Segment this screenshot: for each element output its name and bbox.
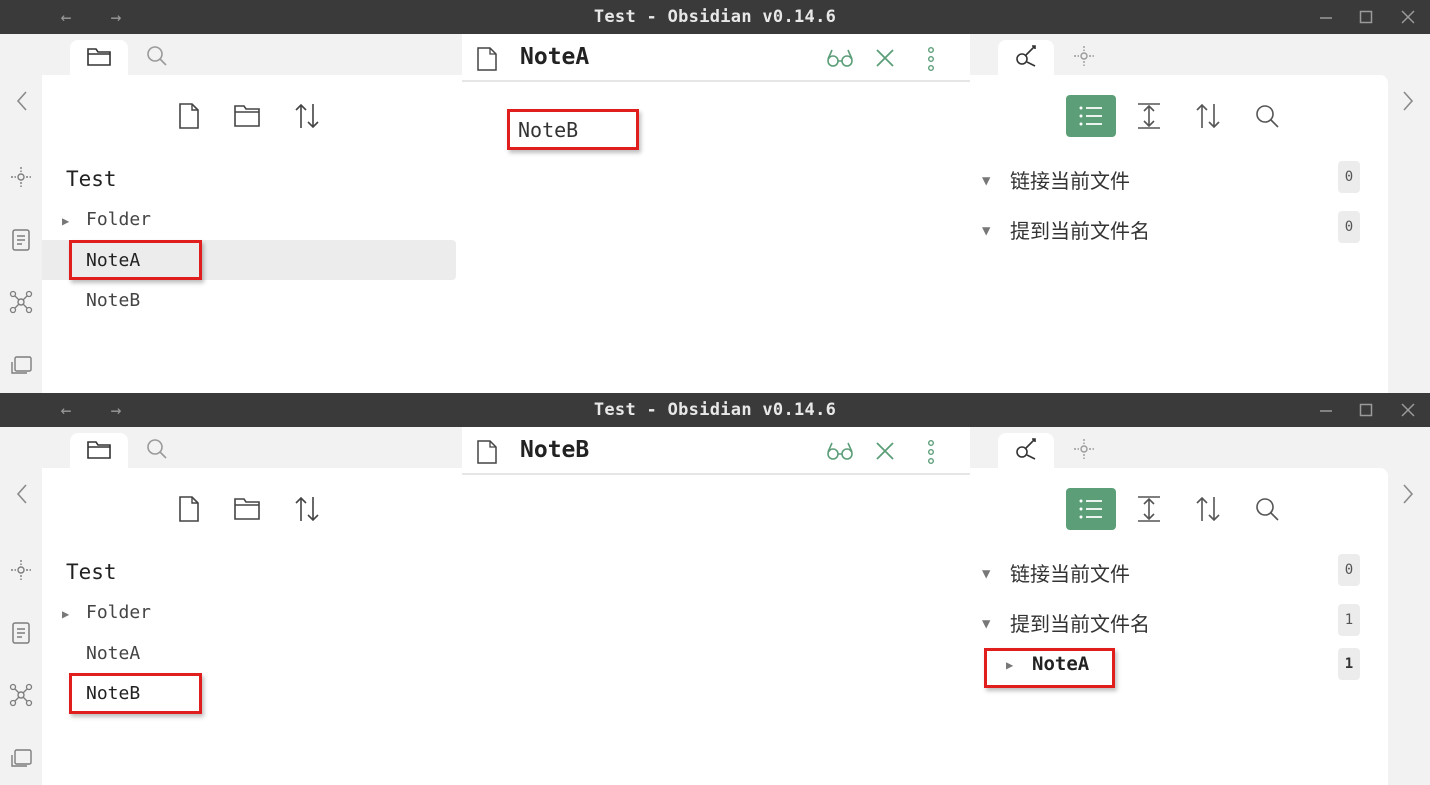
highlight-box-editor-link xyxy=(507,109,639,150)
collapse-left-sidebar-icon[interactable] xyxy=(10,479,34,509)
unlinked-mentions-toggle[interactable]: ▼ xyxy=(982,616,990,632)
tree-item-folder[interactable]: Folder xyxy=(86,209,151,230)
stack-icon[interactable] xyxy=(8,745,34,771)
sort-icon[interactable] xyxy=(1183,488,1233,530)
folder-expand-arrow[interactable]: ▶ xyxy=(62,607,69,621)
search-tab-icon xyxy=(146,45,168,71)
backlinks-panel: ▼ 链接当前文件 0 ▼ 提到当前文件名 1 ▶ NoteA 1 xyxy=(970,468,1388,785)
title-bar: ← → Test - Obsidian v0.14.6 xyxy=(0,393,1430,427)
search-tab-icon xyxy=(146,438,168,464)
expand-icon[interactable] xyxy=(1124,488,1174,530)
editor-header: NoteB xyxy=(462,427,970,475)
minimize-icon[interactable] xyxy=(1306,0,1346,34)
graph-plugin-icon[interactable] xyxy=(8,164,34,190)
new-folder-icon[interactable] xyxy=(231,99,265,133)
outgoing-tab-icon xyxy=(1072,44,1096,72)
search-tab[interactable] xyxy=(128,40,186,76)
unlinked-mentions-heading[interactable]: 提到当前文件名 xyxy=(1010,608,1150,637)
reading-mode-icon[interactable] xyxy=(826,440,854,466)
search-icon[interactable] xyxy=(1242,488,1292,530)
note-file-icon xyxy=(476,439,498,469)
backlinks-tab[interactable] xyxy=(998,40,1054,76)
sort-icon[interactable] xyxy=(290,99,324,133)
backlinks-tab-icon xyxy=(1013,437,1039,465)
graph-view-icon[interactable] xyxy=(8,289,34,315)
vault-name[interactable]: Test xyxy=(66,560,117,584)
linked-mentions-heading[interactable]: 链接当前文件 xyxy=(1010,558,1130,587)
window-title: Test - Obsidian v0.14.6 xyxy=(593,400,837,420)
collapse-results-icon[interactable] xyxy=(1066,95,1116,137)
highlight-box-noteb xyxy=(69,673,202,714)
minimize-icon[interactable] xyxy=(1306,393,1346,427)
collapse-results-icon[interactable] xyxy=(1066,488,1116,530)
linked-mentions-count: 0 xyxy=(1338,554,1360,586)
folder-tab-icon xyxy=(86,45,112,71)
close-icon[interactable] xyxy=(875,441,895,465)
window-title: Test - Obsidian v0.14.6 xyxy=(593,7,837,27)
file-explorer-panel: Test ▶ Folder NoteA NoteB xyxy=(42,468,462,785)
close-icon[interactable] xyxy=(875,48,895,72)
expand-icon[interactable] xyxy=(1124,95,1174,137)
graph-plugin-icon[interactable] xyxy=(8,557,34,583)
note-file-icon xyxy=(476,46,498,76)
linked-mentions-toggle[interactable]: ▼ xyxy=(982,173,990,189)
maximize-icon[interactable] xyxy=(1346,393,1386,427)
folder-tab-icon xyxy=(86,438,112,464)
new-folder-icon[interactable] xyxy=(231,492,265,526)
file-explorer-tab[interactable] xyxy=(70,433,128,469)
note-title[interactable]: NoteB xyxy=(520,437,589,463)
folder-expand-arrow[interactable]: ▶ xyxy=(62,214,69,228)
more-options-icon[interactable] xyxy=(926,439,936,469)
file-explorer-panel: Test ▶ Folder NoteA NoteB xyxy=(42,75,462,393)
backlinks-tab-icon xyxy=(1013,44,1039,72)
search-icon[interactable] xyxy=(1242,95,1292,137)
tree-item-noteb[interactable]: NoteB xyxy=(86,290,140,311)
note-title[interactable]: NoteA xyxy=(520,44,589,70)
collapse-left-sidebar-icon[interactable] xyxy=(10,86,34,116)
sort-icon[interactable] xyxy=(1183,95,1233,137)
new-note-icon[interactable] xyxy=(172,99,206,133)
linked-mentions-toggle[interactable]: ▼ xyxy=(982,566,990,582)
graph-view-icon[interactable] xyxy=(8,682,34,708)
collapse-right-sidebar-icon[interactable] xyxy=(1396,86,1420,116)
highlight-box-notea xyxy=(69,240,202,280)
tree-item-folder[interactable]: Folder xyxy=(86,602,151,623)
file-explorer-tab[interactable] xyxy=(70,40,128,76)
obsidian-window-1: ← → Test - Obsidian v0.14.6 Test ▶ Folde… xyxy=(0,0,1430,393)
outgoing-tab[interactable] xyxy=(1056,433,1112,469)
backlinks-panel: ▼ 链接当前文件 0 ▼ 提到当前文件名 0 xyxy=(970,75,1388,393)
linked-mentions-count: 0 xyxy=(1338,161,1360,193)
reading-mode-icon[interactable] xyxy=(826,47,854,73)
backlinks-tab[interactable] xyxy=(998,433,1054,469)
collapse-right-sidebar-icon[interactable] xyxy=(1396,479,1420,509)
close-window-icon[interactable] xyxy=(1388,0,1428,34)
editor-pane: NoteB xyxy=(462,427,970,785)
more-options-icon[interactable] xyxy=(926,46,936,76)
sort-icon[interactable] xyxy=(290,492,324,526)
unlinked-mentions-toggle[interactable]: ▼ xyxy=(982,223,990,239)
maximize-icon[interactable] xyxy=(1346,0,1386,34)
template-icon[interactable] xyxy=(8,227,34,253)
search-tab[interactable] xyxy=(128,433,186,469)
unlinked-mentions-count: 1 xyxy=(1338,604,1360,636)
backlink-result-count: 1 xyxy=(1338,648,1360,680)
title-bar: ← → Test - Obsidian v0.14.6 xyxy=(0,0,1430,34)
editor-pane: NoteA NoteB xyxy=(462,34,970,393)
editor-header: NoteA xyxy=(462,34,970,82)
obsidian-window-2: ← → Test - Obsidian v0.14.6 Test ▶ Folde… xyxy=(0,393,1430,785)
vault-name[interactable]: Test xyxy=(66,167,117,191)
unlinked-mentions-heading[interactable]: 提到当前文件名 xyxy=(1010,215,1150,244)
unlinked-mentions-count: 0 xyxy=(1338,211,1360,243)
template-icon[interactable] xyxy=(8,620,34,646)
stack-icon[interactable] xyxy=(8,352,34,378)
linked-mentions-heading[interactable]: 链接当前文件 xyxy=(1010,165,1130,194)
new-note-icon[interactable] xyxy=(172,492,206,526)
highlight-box-backlink-result xyxy=(984,648,1115,688)
tree-item-notea[interactable]: NoteA xyxy=(86,643,140,664)
close-window-icon[interactable] xyxy=(1388,393,1428,427)
outgoing-tab[interactable] xyxy=(1056,40,1112,76)
outgoing-tab-icon xyxy=(1072,437,1096,465)
